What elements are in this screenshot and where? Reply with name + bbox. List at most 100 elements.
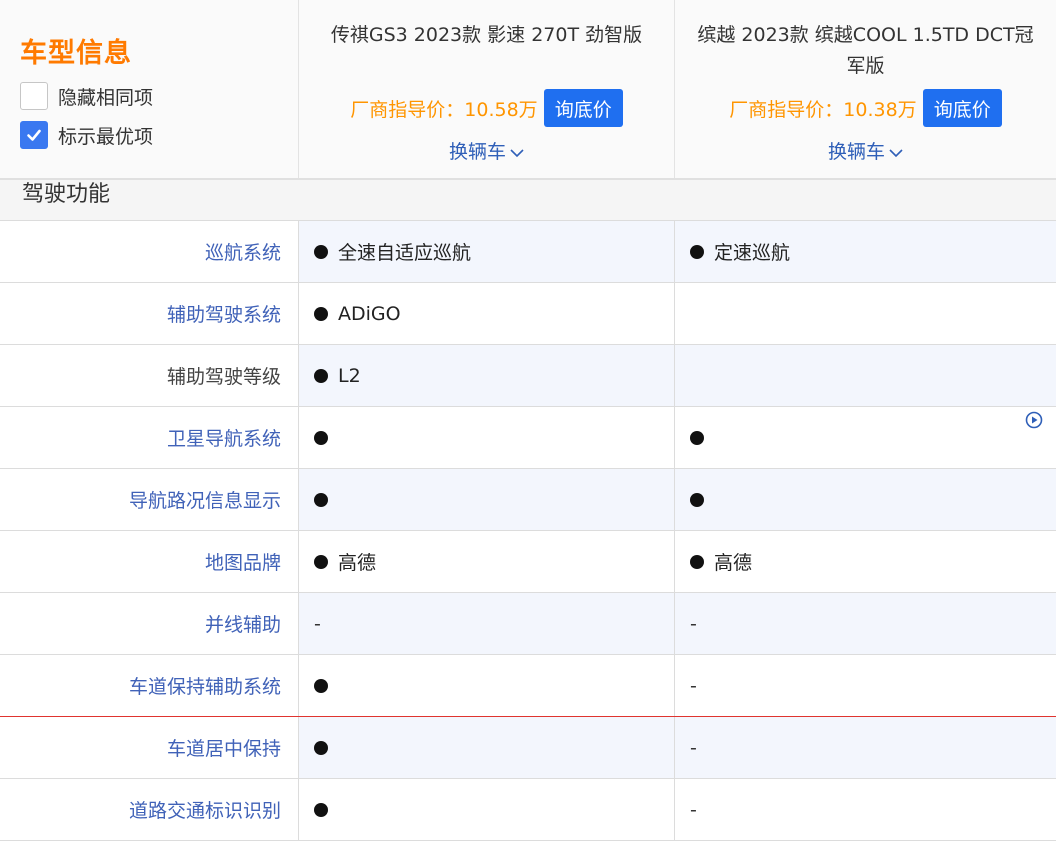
column-divider xyxy=(298,407,299,469)
column-divider xyxy=(674,221,675,283)
switch-car-link[interactable]: 换辆车 xyxy=(299,137,674,164)
switch-car-label: 换辆车 xyxy=(448,141,506,163)
spec-value-car-1 xyxy=(299,655,674,716)
spec-value-car-1: ADiGO xyxy=(299,283,674,344)
table-row: 地图品牌 高德 高德 xyxy=(0,531,1056,593)
spec-value-text: - xyxy=(690,798,697,821)
play-circle-icon[interactable] xyxy=(1024,410,1044,430)
column-divider xyxy=(674,407,675,469)
spec-value-car-2 xyxy=(675,407,1056,468)
column-divider xyxy=(298,655,299,717)
ask-price-button[interactable]: 询底价 xyxy=(922,89,1002,127)
switch-car-link[interactable]: 换辆车 xyxy=(675,137,1056,164)
standard-dot-icon xyxy=(314,306,328,321)
spec-label[interactable]: 并线辅助 xyxy=(0,593,298,654)
column-divider xyxy=(298,717,299,779)
column-divider xyxy=(298,779,299,841)
table-row: 道路交通标识识别 - xyxy=(0,779,1056,841)
chevron-down-icon xyxy=(510,148,524,157)
standard-dot-icon xyxy=(314,554,328,569)
column-divider xyxy=(674,593,675,655)
column-divider xyxy=(298,283,299,345)
spec-value-text: 高德 xyxy=(714,552,753,574)
spec-value-car-2: - xyxy=(675,717,1056,778)
spec-value-text: - xyxy=(690,736,697,759)
spec-label: 辅助驾驶等级 xyxy=(0,345,298,406)
column-divider xyxy=(674,345,675,407)
spec-value-car-1 xyxy=(299,779,674,840)
spec-value-car-1: 全速自适应巡航 xyxy=(299,221,674,282)
table-row: 辅助驾驶等级 L2 xyxy=(0,345,1056,407)
column-divider xyxy=(298,221,299,283)
standard-dot-icon xyxy=(314,678,328,693)
page-title: 车型信息 xyxy=(20,38,132,69)
price-line: 厂商指导价：10.58万 询底价 xyxy=(299,89,674,127)
section-title: 驾驶功能 xyxy=(22,182,111,207)
scroll-marker-line xyxy=(0,716,1056,717)
standard-dot-icon xyxy=(314,430,328,445)
standard-dot-icon xyxy=(314,802,328,817)
column-divider xyxy=(674,779,675,841)
spec-label[interactable]: 车道居中保持 xyxy=(0,717,298,778)
spec-value-car-1: 高德 xyxy=(299,531,674,592)
checkmark-icon xyxy=(27,129,41,141)
spec-label[interactable]: 道路交通标识识别 xyxy=(0,779,298,840)
hide-same-option[interactable]: 隐藏相同项 xyxy=(20,81,153,111)
standard-dot-icon xyxy=(690,244,704,259)
section-header: 驾驶功能 xyxy=(0,180,1056,220)
spec-value-car-2: 高德 xyxy=(675,531,1056,592)
spec-value-car-1: L2 xyxy=(299,345,674,406)
mark-best-checkbox[interactable] xyxy=(20,121,48,149)
price-line: 厂商指导价：10.38万 询底价 xyxy=(675,89,1056,127)
standard-dot-icon xyxy=(314,368,328,383)
spec-label[interactable]: 辅助驾驶系统 xyxy=(0,283,298,344)
spec-label[interactable]: 导航路况信息显示 xyxy=(0,469,298,530)
spec-value-car-1 xyxy=(299,469,674,530)
spec-label[interactable]: 巡航系统 xyxy=(0,221,298,282)
table-row: 巡航系统 全速自适应巡航 定速巡航 xyxy=(0,221,1056,283)
car-name: 缤越 2023款 缤越COOL 1.5TD DCT冠军版 xyxy=(697,24,1034,77)
mark-best-label: 标示最优项 xyxy=(58,125,154,148)
table-row: 车道居中保持 - xyxy=(0,717,1056,779)
table-row: 并线辅助 - - xyxy=(0,593,1056,655)
guide-price: 厂商指导价：10.38万 xyxy=(729,98,917,121)
spec-value-car-2: - xyxy=(675,655,1056,716)
switch-car-label: 换辆车 xyxy=(827,141,885,163)
column-divider xyxy=(674,655,675,717)
spec-value-car-2: 定速巡航 xyxy=(675,221,1056,282)
table-row: 车道保持辅助系统 - xyxy=(0,655,1056,717)
standard-dot-icon xyxy=(690,492,704,507)
column-divider xyxy=(298,469,299,531)
table-row: 导航路况信息显示 xyxy=(0,469,1056,531)
spec-value-car-2 xyxy=(675,283,1056,344)
spec-value-text: 全速自适应巡航 xyxy=(338,242,472,264)
spec-value-text: - xyxy=(314,612,321,635)
table-row: 卫星导航系统 xyxy=(0,407,1056,469)
ask-price-button[interactable]: 询底价 xyxy=(543,89,623,127)
standard-dot-icon xyxy=(314,740,328,755)
column-divider xyxy=(674,469,675,531)
spec-value-car-2 xyxy=(675,345,1056,406)
spec-value-car-1 xyxy=(299,717,674,778)
guide-price: 厂商指导价：10.58万 xyxy=(350,98,538,121)
standard-dot-icon xyxy=(690,430,704,445)
mark-best-option[interactable]: 标示最优项 xyxy=(20,120,153,150)
chevron-down-icon xyxy=(889,148,903,157)
spec-label[interactable]: 卫星导航系统 xyxy=(0,407,298,468)
spec-value-text: 定速巡航 xyxy=(714,242,791,264)
spec-value-text: ADiGO xyxy=(338,302,401,325)
standard-dot-icon xyxy=(314,492,328,507)
spec-value-text: - xyxy=(690,612,697,635)
spec-label[interactable]: 地图品牌 xyxy=(0,531,298,592)
column-divider xyxy=(298,345,299,407)
spec-value-car-2: - xyxy=(675,593,1056,654)
table-row: 辅助驾驶系统 ADiGO xyxy=(0,283,1056,345)
hide-same-checkbox[interactable] xyxy=(20,82,48,110)
standard-dot-icon xyxy=(690,554,704,569)
spec-value-text: - xyxy=(690,674,697,697)
hide-same-label: 隐藏相同项 xyxy=(58,86,154,109)
car-name: 传祺GS3 2023款 影速 270T 劲智版 xyxy=(330,24,643,46)
spec-value-car-1 xyxy=(299,407,674,468)
spec-value-text: L2 xyxy=(338,364,361,387)
spec-label[interactable]: 车道保持辅助系统 xyxy=(0,655,298,716)
